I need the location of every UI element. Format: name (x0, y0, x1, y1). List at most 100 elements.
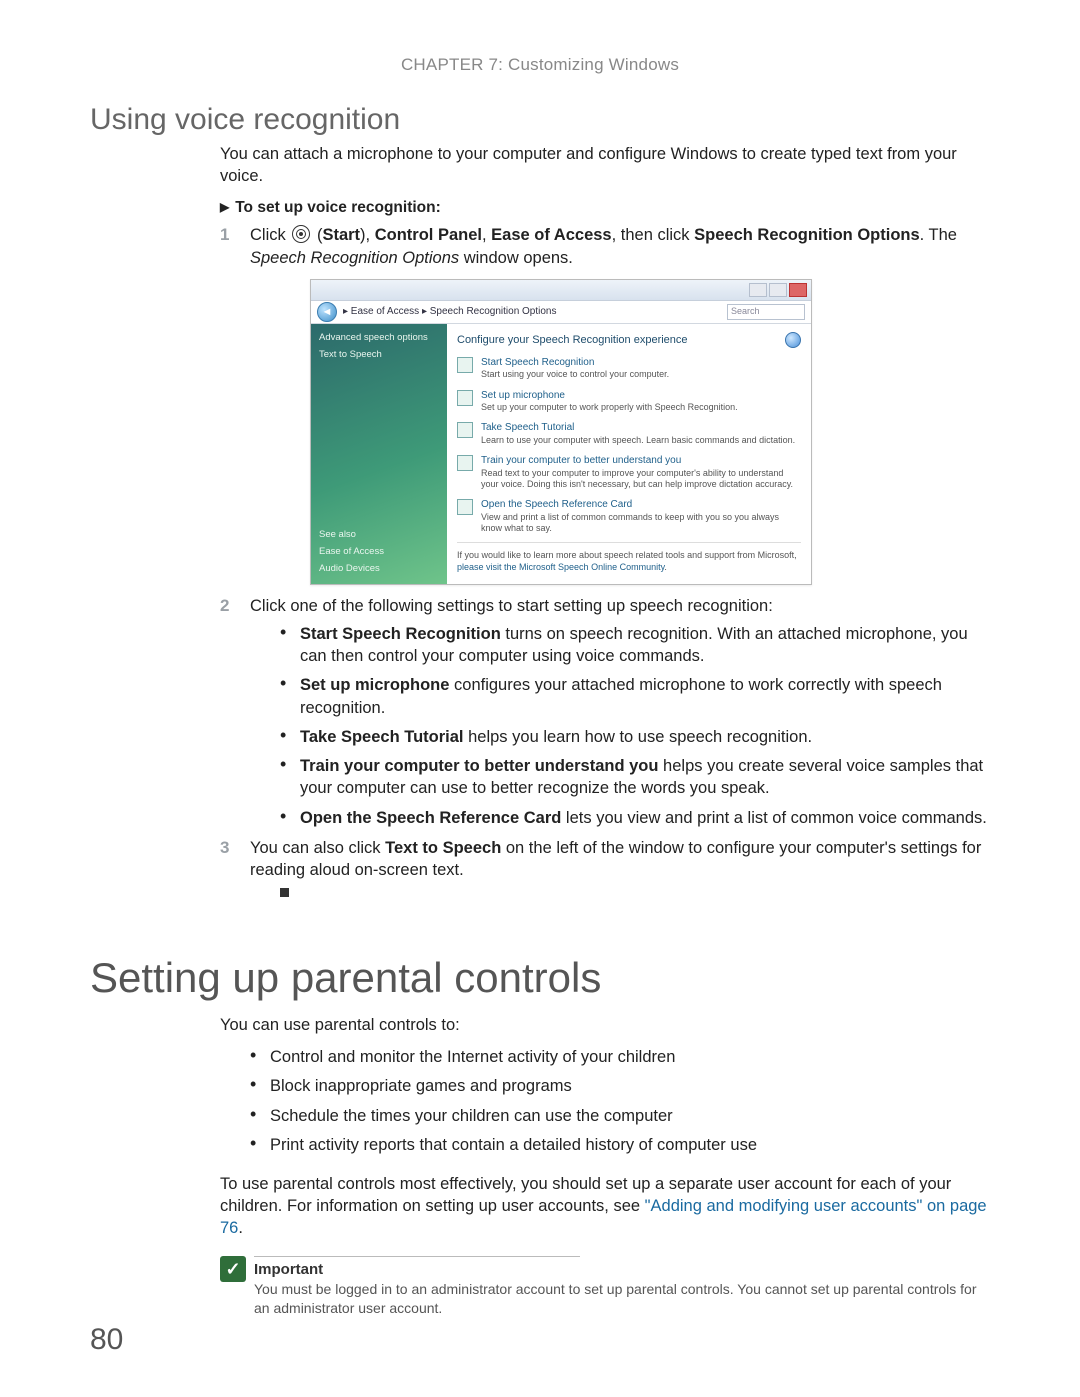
important-title: Important (254, 1261, 323, 1278)
steps-list: 1 Click (Start), Control Panel, Ease of … (220, 224, 990, 903)
ss-footer: If you would like to learn more about sp… (457, 542, 801, 573)
ss-i3-desc: Learn to use your computer with speech. … (481, 435, 795, 446)
ss-side-eoa: Ease of Access (319, 546, 439, 559)
opt-start-b: Start Speech Recognition (300, 625, 501, 643)
options-list: Start Speech Recognition turns on speech… (280, 623, 990, 829)
ss-item-mic: Set up microphoneSet up your computer to… (457, 389, 801, 414)
voice-intro: You can attach a microphone to your comp… (220, 143, 990, 188)
opt-refcard-b: Open the Speech Reference Card (300, 809, 561, 827)
ss-breadcrumb: ▸ Ease of Access ▸ Speech Recognition Op… (343, 305, 721, 319)
opt-refcard: Open the Speech Reference Card lets you … (280, 807, 990, 829)
ss-train-icon (457, 455, 473, 471)
step1-then: , then click (612, 226, 695, 244)
p-para-post: . (238, 1219, 243, 1237)
ss-sidebar: Advanced speech options Text to Speech S… (311, 324, 447, 584)
p-item-4: Print activity reports that contain a de… (250, 1134, 990, 1156)
step3-pre: You can also click (250, 839, 385, 857)
ss-max-icon (769, 283, 787, 297)
kw-speech-recognition-options: Speech Recognition Options (694, 226, 920, 244)
ss-card-icon (457, 499, 473, 515)
step1-end: window opens. (459, 249, 573, 267)
step1-dot: . The (920, 226, 957, 244)
p-item-3: Schedule the times your children can use… (250, 1105, 990, 1127)
section-heading-voice: Using voice recognition (90, 103, 990, 137)
ss-setup-icon (457, 390, 473, 406)
p-item-1: Control and monitor the Internet activit… (250, 1046, 990, 1068)
ss-i1-desc: Start using your voice to control your c… (481, 369, 669, 380)
ss-foot-link: please visit the Microsoft Speech Online… (457, 562, 664, 572)
ss-item-train: Train your computer to better understand… (457, 454, 801, 490)
task-heading: ▶ To set up voice recognition: (220, 198, 990, 219)
opt-tutorial: Take Speech Tutorial helps you learn how… (280, 726, 990, 748)
ss-side-tts: Text to Speech (319, 349, 439, 362)
ss-i5-desc: View and print a list of common commands… (481, 512, 801, 535)
ss-window-buttons (749, 283, 807, 297)
voice-body: You can attach a microphone to your comp… (220, 143, 990, 904)
ss-i4-desc: Read text to your computer to improve yo… (481, 468, 801, 491)
end-of-procedure-icon (280, 888, 289, 897)
ss-tutorial-icon (457, 422, 473, 438)
ss-back-icon: ◄ (317, 302, 337, 322)
screenshot-speech-options: ◄ ▸ Ease of Access ▸ Speech Recognition … (310, 279, 812, 585)
opt-tutorial-b: Take Speech Tutorial (300, 728, 464, 746)
task-heading-text: To set up voice recognition: (235, 199, 441, 216)
ss-navbar: ◄ ▸ Ease of Access ▸ Speech Recognition … (311, 301, 811, 324)
ss-main-heading: Configure your Speech Recognition experi… (457, 333, 688, 348)
step2-text: Click one of the following settings to s… (250, 597, 773, 615)
kw-start: Start (322, 226, 360, 244)
step1-prefix: Click (250, 226, 290, 244)
page: CHAPTER 7: Customizing Windows Using voi… (0, 0, 1080, 1397)
ss-mic-icon (457, 357, 473, 373)
p-item-2: Block inappropriate games and programs (250, 1075, 990, 1097)
opt-train-b: Train your computer to better understand… (300, 757, 658, 775)
ss-min-icon (749, 283, 767, 297)
kw-text-to-speech: Text to Speech (385, 839, 501, 857)
important-body: You must be logged in to an administrato… (254, 1281, 977, 1316)
ss-i2-title: Set up microphone (481, 389, 738, 403)
ss-item-tutorial: Take Speech TutorialLearn to use your co… (457, 421, 801, 446)
start-orb-icon (292, 225, 310, 243)
chapter-header: CHAPTER 7: Customizing Windows (90, 55, 990, 75)
ss-body: Advanced speech options Text to Speech S… (311, 324, 811, 584)
step-3: 3 You can also click Text to Speech on t… (220, 837, 990, 904)
opt-refcard-t: lets you view and print a list of common… (561, 809, 987, 827)
kw-ease-of-access: Ease of Access (491, 226, 611, 244)
ss-side-seealso: See also (319, 529, 439, 542)
opt-tutorial-t: helps you learn how to use speech recogn… (464, 728, 813, 746)
parental-para: To use parental controls most effectivel… (220, 1173, 990, 1240)
note-rule (254, 1256, 580, 1257)
ss-item-refcard: Open the Speech Reference CardView and p… (457, 498, 801, 534)
parental-intro: You can use parental controls to: (220, 1014, 990, 1036)
opt-mic: Set up microphone configures your attach… (280, 674, 990, 719)
sep1: , (366, 226, 375, 244)
step-1: 1 Click (Start), Control Panel, Ease of … (220, 224, 990, 584)
ss-i5-title: Open the Speech Reference Card (481, 498, 801, 512)
check-icon: ✓ (220, 1256, 246, 1282)
triangle-icon: ▶ (220, 199, 229, 215)
ss-i2-desc: Set up your computer to work properly wi… (481, 402, 738, 413)
kw-control-panel: Control Panel (375, 226, 482, 244)
ss-side-adv: Advanced speech options (319, 332, 439, 345)
window-name: Speech Recognition Options (250, 249, 459, 267)
opt-start: Start Speech Recognition turns on speech… (280, 623, 990, 668)
page-number: 80 (90, 1323, 123, 1357)
step-2: 2 Click one of the following settings to… (220, 595, 990, 829)
section-heading-parental: Setting up parental controls (90, 954, 990, 1002)
opt-train: Train your computer to better understand… (280, 755, 990, 800)
ss-search: Search (727, 304, 805, 320)
ss-side-audio: Audio Devices (319, 563, 439, 576)
ss-titlebar (311, 280, 811, 301)
ss-foot-pre: If you would like to learn more about sp… (457, 550, 797, 560)
ss-main: Configure your Speech Recognition experi… (447, 324, 811, 584)
step-number: 1 (220, 224, 229, 247)
ss-i4-title: Train your computer to better understand… (481, 454, 801, 468)
step-number: 2 (220, 595, 229, 618)
ss-item-start: Start Speech RecognitionStart using your… (457, 356, 801, 381)
important-note: ✓ Important You must be logged in to an … (220, 1256, 990, 1318)
step-number: 3 (220, 837, 229, 860)
opt-mic-b: Set up microphone (300, 676, 449, 694)
ss-i1-title: Start Speech Recognition (481, 356, 669, 370)
parental-list: Control and monitor the Internet activit… (250, 1046, 990, 1156)
ss-close-icon (789, 283, 807, 297)
parental-body: You can use parental controls to: Contro… (220, 1014, 990, 1318)
